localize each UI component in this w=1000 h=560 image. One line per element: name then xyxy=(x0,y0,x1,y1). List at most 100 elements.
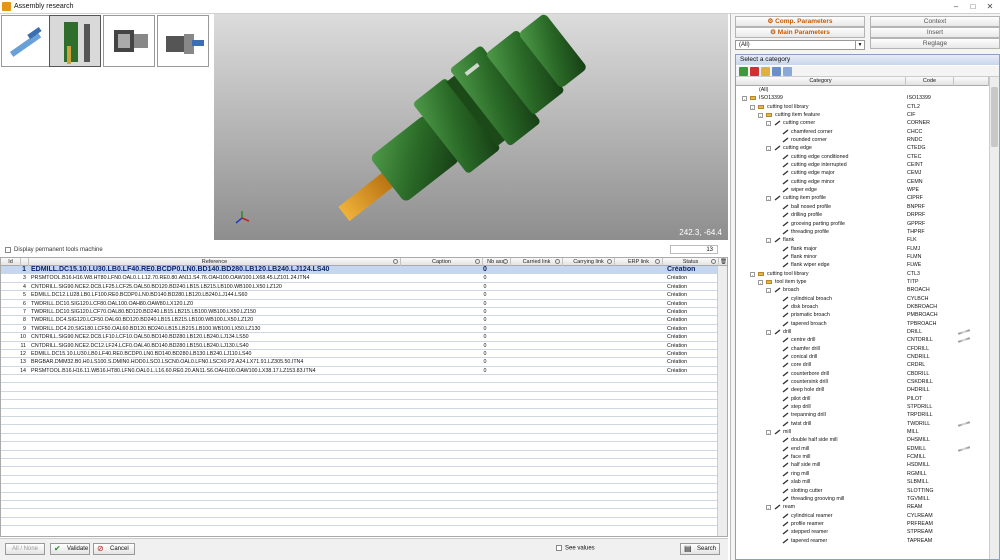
table-row[interactable]: 11 CNTDRILL.SIG90.NCE2.DC12.LF24.LCF0.OAL… xyxy=(1,342,719,350)
tree-item[interactable]: deep hole drill DHDRILL xyxy=(736,386,989,394)
table-row[interactable]: 7 TWDRILL.DC10.SIG120.LCF70.OAL80.BD120.B… xyxy=(1,308,719,317)
expand-toggle-icon[interactable]: - xyxy=(742,96,747,102)
grid-scrollbar[interactable] xyxy=(717,266,727,536)
tree-item[interactable]: tapered reamer TAPREAM xyxy=(736,537,989,545)
minimize-icon[interactable]: – xyxy=(948,2,964,12)
tree-item[interactable]: cutting edge interrupted CEINT xyxy=(736,161,989,169)
all-none-button[interactable]: All / None xyxy=(5,543,45,555)
expand-toggle-icon[interactable]: - xyxy=(766,146,771,152)
close-icon[interactable]: ✕ xyxy=(982,2,998,12)
tree-item[interactable]: stepped reamer STPREAM xyxy=(736,528,989,536)
tree-item[interactable]: threading profile THPRF xyxy=(736,228,989,236)
expand-toggle-icon[interactable]: - xyxy=(750,271,755,277)
tree-item[interactable]: cutting edge major CEMJ xyxy=(736,169,989,177)
tree-item[interactable]: - tool item type TITP xyxy=(736,278,989,286)
expand-icon[interactable] xyxy=(772,67,781,76)
column-picture[interactable] xyxy=(954,77,989,86)
category-scrollbar[interactable] xyxy=(989,77,999,559)
expand-toggle-icon[interactable]: - xyxy=(766,238,771,244)
expand-toggle-icon[interactable]: - xyxy=(758,279,763,285)
tab-context[interactable]: Context xyxy=(870,16,1000,27)
column-erp-link[interactable]: ERP link xyxy=(615,258,663,266)
column-id[interactable]: Id xyxy=(1,258,21,266)
expand-toggle-icon[interactable]: - xyxy=(766,288,771,294)
tree-item[interactable]: flank minor FLMN xyxy=(736,253,989,261)
tree-item[interactable]: rounded corner RNDC xyxy=(736,136,989,144)
tree-item[interactable]: half side mill HSDMILL xyxy=(736,461,989,469)
maximize-icon[interactable]: □ xyxy=(965,2,981,12)
tree-item[interactable]: - cutting corner CORNER xyxy=(736,119,989,127)
filter-icon[interactable] xyxy=(607,259,612,264)
column-id-filter[interactable] xyxy=(21,258,29,266)
tree-item[interactable]: double half side mill DHSMILL xyxy=(736,436,989,444)
tree-item[interactable]: cylindrical broach CYLBCH xyxy=(736,295,989,303)
validate-button[interactable]: ✔ Validate xyxy=(50,543,90,555)
tree-item[interactable]: - drill DRILL xyxy=(736,328,989,336)
tree-item[interactable]: - cutting item feature CIF xyxy=(736,111,989,119)
tree-item[interactable]: chamfered corner CHCC xyxy=(736,128,989,136)
table-row[interactable]: 9 TWDRILL.DC4.20.SIG180.LCF50.OAL60.BD120… xyxy=(1,325,719,334)
table-row[interactable]: 14 PRSMTOOL.B16.H16.11.WB16.HT80.LFN0.OAL… xyxy=(1,367,719,376)
table-row[interactable]: 12 EDMILL.DC15.10.LU30.LB0.LF40.RE0.BCDP0… xyxy=(1,350,719,359)
3d-viewer[interactable]: 242.3, -64.4 xyxy=(214,14,728,240)
tab-insert[interactable]: Insert xyxy=(870,27,1000,38)
filter-icon[interactable] xyxy=(711,259,716,264)
tree-item[interactable]: - mill MILL xyxy=(736,428,989,436)
tree-item[interactable]: - cutting tool library CTL2 xyxy=(736,103,989,111)
tree-item[interactable]: - ream REAM xyxy=(736,503,989,511)
tree-item[interactable]: conical drill CNDRILL xyxy=(736,353,989,361)
tree-item[interactable]: cutting edge minor CEMN xyxy=(736,178,989,186)
filter-icon[interactable] xyxy=(393,259,398,264)
table-row[interactable]: 10 CNTDRILL.SIG90.NCE2.DC8.LF10.LCF10.OAL… xyxy=(1,333,719,342)
tree-item[interactable]: ball nosed profile BNPRF xyxy=(736,203,989,211)
expand-toggle-icon[interactable]: - xyxy=(766,121,771,127)
tree-item[interactable]: trepanning drill TRPDRILL xyxy=(736,411,989,419)
grid-icon[interactable] xyxy=(783,67,792,76)
column-category[interactable]: Category xyxy=(736,77,906,86)
column-carried-link[interactable]: Carried link xyxy=(511,258,563,266)
expand-toggle-icon[interactable]: - xyxy=(750,104,755,110)
tree-item[interactable]: - cutting item profile CIPRF xyxy=(736,194,989,202)
tree-item[interactable]: drilling profile DRPRF xyxy=(736,211,989,219)
thumbnail-assembly-2[interactable] xyxy=(49,15,101,67)
tree-item[interactable]: - cutting tool library CTL3 xyxy=(736,270,989,278)
filter-icon[interactable] xyxy=(655,259,660,264)
expand-toggle-icon[interactable]: - xyxy=(758,113,763,119)
chevron-down-icon[interactable]: ▼ xyxy=(855,41,864,49)
see-values-checkbox[interactable] xyxy=(556,545,562,551)
table-row[interactable]: 8 TWDRILL.DC4.SIG120.LCF50.OAL60.BD120.BD… xyxy=(1,316,719,325)
expand-toggle-icon[interactable]: - xyxy=(766,329,771,335)
tree-item[interactable]: countersink drill CSKDRILL xyxy=(736,378,989,386)
tree-item[interactable]: threading grooving mill TGVMILL xyxy=(736,495,989,503)
tree-item[interactable]: - ISO13399 ISO13399 xyxy=(736,94,989,102)
tree-item[interactable]: cylindrical reamer CYLREAM xyxy=(736,512,989,520)
column-delete[interactable]: 🗑 xyxy=(719,258,727,266)
tree-item[interactable]: twist drill TWDRILL xyxy=(736,420,989,428)
tree-item[interactable]: face mill FCMILL xyxy=(736,453,989,461)
tree-item[interactable]: core drill CRDRL xyxy=(736,361,989,369)
tree-item[interactable]: - broach BROACH xyxy=(736,286,989,294)
expand-toggle-icon[interactable]: - xyxy=(766,196,771,202)
tree-item[interactable]: cutting edge conditioned CTEC xyxy=(736,153,989,161)
tree-item[interactable]: step drill STPDRILL xyxy=(736,403,989,411)
thumbnail-assembly-4[interactable] xyxy=(157,15,209,67)
tree-item[interactable]: wiper edge WPE xyxy=(736,186,989,194)
table-row[interactable]: 5 EDMILL.DC12.LU28.LB0.LF100.RE0.BCDP0.LN… xyxy=(1,291,719,300)
table-row[interactable]: 3 PRSMTOOL.B16.H16.W8.HT80.LFN0.OAL0.L.L1… xyxy=(1,274,719,283)
column-nb-ass[interactable]: Nb ass. xyxy=(483,258,511,266)
tree-item[interactable]: flank major FLMJ xyxy=(736,245,989,253)
tree-item[interactable]: prismatic broach PMBROACH xyxy=(736,311,989,319)
tree-item[interactable]: slab mill SLBMILL xyxy=(736,478,989,486)
tree-item[interactable]: (All) xyxy=(736,86,989,94)
tree-item[interactable]: - cutting edge CTEDG xyxy=(736,144,989,152)
tab-main-parameters[interactable]: ⚙ Main Parameters xyxy=(735,27,865,38)
tree-item[interactable]: flank wiper edge FLWE xyxy=(736,261,989,269)
filter-icon[interactable] xyxy=(555,259,560,264)
tab-comp-parameters[interactable]: ⚙ Comp. Parameters xyxy=(735,16,865,27)
category-filter-select[interactable]: (All) ▼ xyxy=(735,40,865,50)
see-values[interactable]: See values xyxy=(556,545,595,552)
tree-item[interactable]: chamfer drill CFDRILL xyxy=(736,345,989,353)
expand-toggle-icon[interactable]: - xyxy=(766,430,771,436)
column-reference[interactable]: Reference xyxy=(29,258,401,266)
tree-item[interactable]: centre drill CNTDRILL xyxy=(736,336,989,344)
